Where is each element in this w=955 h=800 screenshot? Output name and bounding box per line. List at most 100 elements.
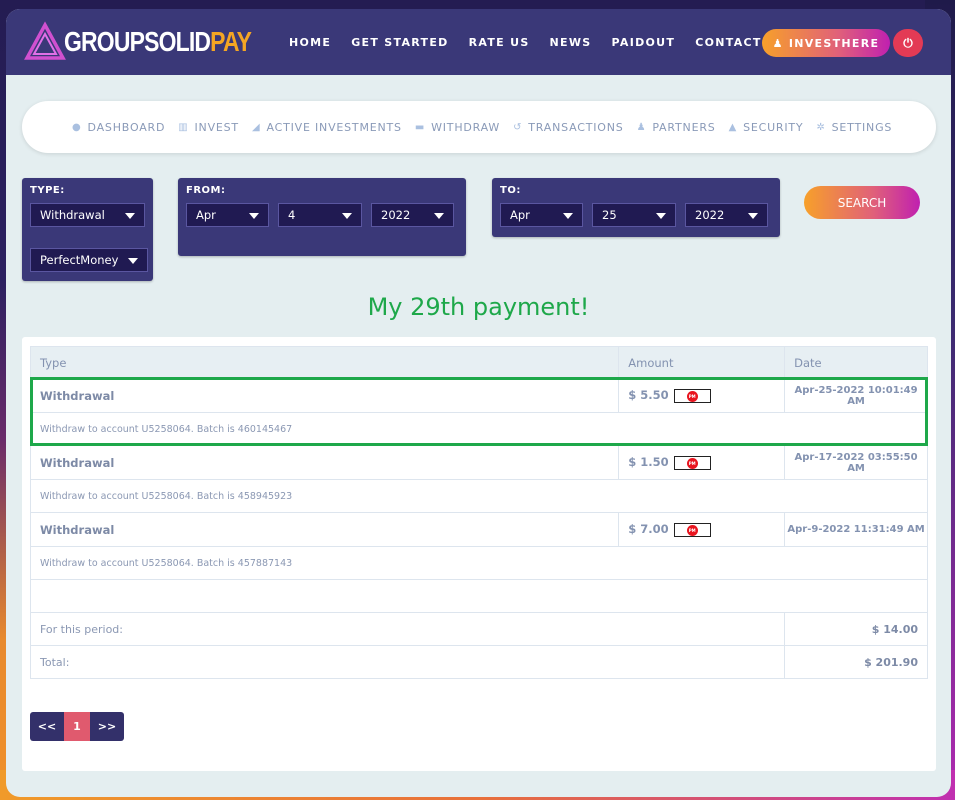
history-icon: ↺: [513, 121, 523, 133]
caret-down-icon: [563, 213, 573, 219]
type-filter-panel: TYPE: Withdrawal PerfectMoney: [22, 178, 153, 281]
pagination-current-page[interactable]: 1: [64, 712, 90, 741]
table-header-row: Type Amount Date: [29, 346, 928, 379]
logo[interactable]: GROUPSOLIDPAY: [24, 20, 292, 64]
table-row: Withdrawal $ 7.00 PM Apr-9-2022 11:31:49 …: [29, 512, 928, 547]
logo-triangle-icon: [24, 21, 66, 60]
caret-down-icon: [125, 213, 135, 219]
row-description: Withdraw to account U5258064. Batch is 4…: [30, 546, 928, 580]
row-amount-value: $ 1.50: [628, 455, 669, 470]
table-spacer-row: [30, 579, 928, 613]
subnav-partners[interactable]: ♟ PARTNERS: [637, 121, 716, 134]
invest-here-label: INVESTHERE: [788, 36, 880, 50]
from-day-select[interactable]: 4: [278, 203, 362, 227]
to-day-value: 25: [602, 208, 617, 222]
row-date: Apr-9-2022 11:31:49 AM: [784, 512, 928, 547]
table-row-description: Withdraw to account U5258064. Batch is 4…: [30, 412, 928, 446]
subnav-label: SECURITY: [743, 120, 804, 134]
row-type: Withdrawal: [29, 378, 620, 413]
to-year-value: 2022: [695, 208, 725, 222]
logo-text: GROUPSOLIDPAY: [64, 26, 252, 58]
table-row-description: Withdraw to account U5258064. Batch is 4…: [30, 479, 928, 513]
main-nav: HOME GET STARTED RATE US NEWS PAIDOUT CO…: [289, 9, 806, 75]
logout-button[interactable]: ⏻: [893, 29, 923, 57]
account-subnav: ● DASHBOARD ▥ INVEST ◢ ACTIVE INVESTMENTS ▬…: [22, 101, 936, 153]
type-select[interactable]: Withdrawal: [30, 203, 145, 227]
subnav-label: DASHBOARD: [87, 120, 166, 134]
to-date-panel: TO: Apr 25 2022: [492, 178, 780, 237]
payment-headline: My 29th payment!: [367, 293, 590, 321]
subnav-withdraw[interactable]: ▬ WITHDRAW: [415, 121, 500, 134]
total-label: Total:: [29, 645, 786, 679]
from-year-value: 2022: [381, 208, 411, 222]
nav-get-started[interactable]: GET STARTED: [351, 36, 448, 49]
pagination-prev[interactable]: <<: [30, 712, 64, 741]
perfectmoney-badge: PM: [673, 522, 711, 537]
subnav-label: TRANSACTIONS: [528, 120, 624, 134]
subnav-dashboard[interactable]: ● DASHBOARD: [72, 121, 165, 134]
subnav-settings[interactable]: ✲ SETTINGS: [816, 121, 892, 134]
perfectmoney-badge: PM: [673, 388, 711, 403]
row-description: Withdraw to account U5258064. Batch is 4…: [30, 412, 928, 446]
perfectmoney-icon: PM: [686, 524, 698, 536]
row-amount: $ 5.50 PM: [618, 378, 786, 413]
user-icon: ♟: [772, 36, 784, 50]
subnav-invest[interactable]: ▥ INVEST: [178, 121, 239, 134]
caret-down-icon: [656, 213, 666, 219]
credit-card-icon: ▬: [414, 121, 426, 133]
from-label: FROM:: [186, 185, 226, 196]
from-year-select[interactable]: 2022: [371, 203, 454, 227]
subnav-active-investments[interactable]: ◢ ACTIVE INVESTMENTS: [252, 121, 402, 134]
pagination: << 1 >>: [30, 712, 124, 741]
total-value: $ 201.90: [784, 645, 928, 679]
from-day-value: 4: [288, 208, 296, 222]
top-navbar: GROUPSOLIDPAY HOME GET STARTED RATE US N…: [6, 9, 951, 75]
payment-method-value: PerfectMoney: [40, 253, 119, 267]
subnav-label: SETTINGS: [831, 120, 893, 134]
perfectmoney-badge: PM: [673, 455, 711, 470]
subnav-transactions[interactable]: ↺ TRANSACTIONS: [513, 121, 624, 134]
nav-home[interactable]: HOME: [289, 36, 331, 49]
row-amount-value: $ 7.00: [628, 522, 669, 537]
type-select-value: Withdrawal: [40, 208, 105, 222]
subnav-label: INVEST: [194, 120, 239, 134]
header-amount: Amount: [618, 346, 786, 379]
invest-here-button[interactable]: ♟ INVESTHERE: [762, 29, 890, 57]
nav-rate-us[interactable]: RATE US: [469, 36, 530, 49]
row-description: Withdraw to account U5258064. Batch is 4…: [30, 479, 928, 513]
to-month-select[interactable]: Apr: [500, 203, 583, 227]
row-date: Apr-17-2022 03:55:50 AM: [784, 445, 928, 480]
period-total-row: For this period: $ 14.00: [29, 612, 928, 646]
row-amount: $ 7.00 PM: [618, 512, 786, 547]
empty-cell: [30, 579, 928, 613]
table-row: Withdrawal $ 5.50 PM Apr-25-2022 10:01:49…: [29, 378, 928, 413]
to-year-select[interactable]: 2022: [685, 203, 768, 227]
header-type: Type: [29, 346, 620, 379]
subnav-security[interactable]: ▲ SECURITY: [729, 121, 804, 134]
row-type: Withdrawal: [29, 512, 620, 547]
gear-icon: ✲: [816, 121, 826, 133]
perfectmoney-icon: PM: [686, 390, 698, 402]
row-amount: $ 1.50 PM: [618, 445, 786, 480]
transactions-table: Type Amount Date Withdrawal $ 5.50 PM Apr…: [29, 346, 928, 679]
type-label: TYPE:: [30, 185, 65, 196]
logo-text-accent: PAY: [210, 26, 252, 57]
from-month-select[interactable]: Apr: [186, 203, 269, 227]
power-icon: ⏻: [903, 35, 913, 50]
pagination-next[interactable]: >>: [90, 712, 124, 741]
row-type: Withdrawal: [29, 445, 620, 480]
lock-icon: ▲: [728, 121, 738, 133]
nav-news[interactable]: NEWS: [550, 36, 592, 49]
to-day-select[interactable]: 25: [592, 203, 676, 227]
payment-method-select[interactable]: PerfectMoney: [30, 248, 148, 272]
row-amount-value: $ 5.50: [628, 388, 669, 403]
search-button[interactable]: SEARCH: [804, 186, 920, 219]
table-row-description: Withdraw to account U5258064. Batch is 4…: [30, 546, 928, 580]
caret-down-icon: [748, 213, 758, 219]
caret-down-icon: [342, 213, 352, 219]
subnav-label: WITHDRAW: [431, 120, 501, 134]
to-label: TO:: [500, 185, 521, 196]
users-icon: ♟: [636, 121, 647, 133]
nav-paidout[interactable]: PAIDOUT: [612, 36, 676, 49]
caret-down-icon: [128, 258, 138, 264]
